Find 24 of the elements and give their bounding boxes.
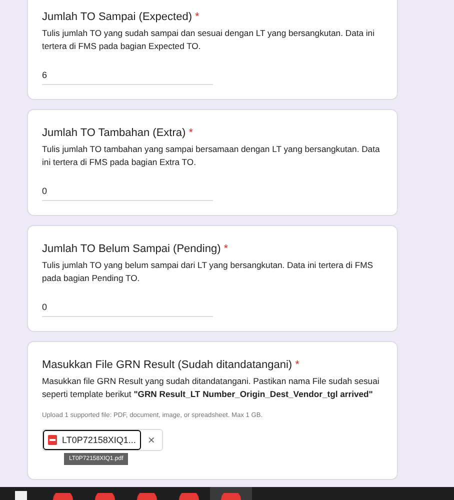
answer-field[interactable]: 6	[42, 70, 213, 85]
app-icon	[95, 493, 115, 500]
remove-file-button[interactable]: ×	[140, 430, 162, 450]
required-mark: *	[188, 127, 193, 139]
question-description: Tulis jumlah TO yang belum sampai dari LT yang bersangkutan. Data ini tertera di FMS pada bagian Pending TO.	[42, 259, 374, 284]
app-icon	[137, 493, 157, 500]
app-icon	[179, 493, 199, 500]
app-icon	[53, 493, 73, 500]
question-description: Tulis jumlah TO tambahan yang sampai bersamaan dengan LT yang bersangkutan. Data ini tertera di FMS pada bagian Extra TO.	[42, 143, 381, 168]
app-icon	[221, 493, 241, 500]
question-title: Jumlah TO Belum Sampai (Pending)	[42, 243, 221, 255]
answer-field[interactable]: 0	[42, 302, 213, 317]
question-title: Masukkan File GRN Result (Sudah ditandatangani)	[42, 359, 292, 371]
question-description: Tulis jumlah TO yang sudah sampai dan sesuai dengan LT yang bersangkutan. Data ini tertera di FMS pada bagian Expected TO.	[42, 27, 376, 52]
document-icon	[15, 491, 27, 500]
required-mark: *	[224, 243, 228, 255]
required-mark: *	[295, 359, 300, 371]
answer-field[interactable]: 0	[42, 186, 213, 201]
question-description: Masukkan file GRN Result yang sudah ditandatangani. Pastikan nama File sudah sesuai seperti template berikut "GRN Result_LT Number_Origin_Dest_Vendor_tgl arrived"	[42, 375, 380, 400]
question-title: Jumlah TO Sampai (Expected)	[42, 11, 192, 23]
pdf-file-icon	[48, 435, 57, 445]
question-title: Jumlah TO Tambahan (Extra)	[42, 127, 186, 139]
file-chip[interactable]: LT0P72158XIQ1...	[43, 430, 141, 450]
required-mark: *	[195, 11, 200, 23]
